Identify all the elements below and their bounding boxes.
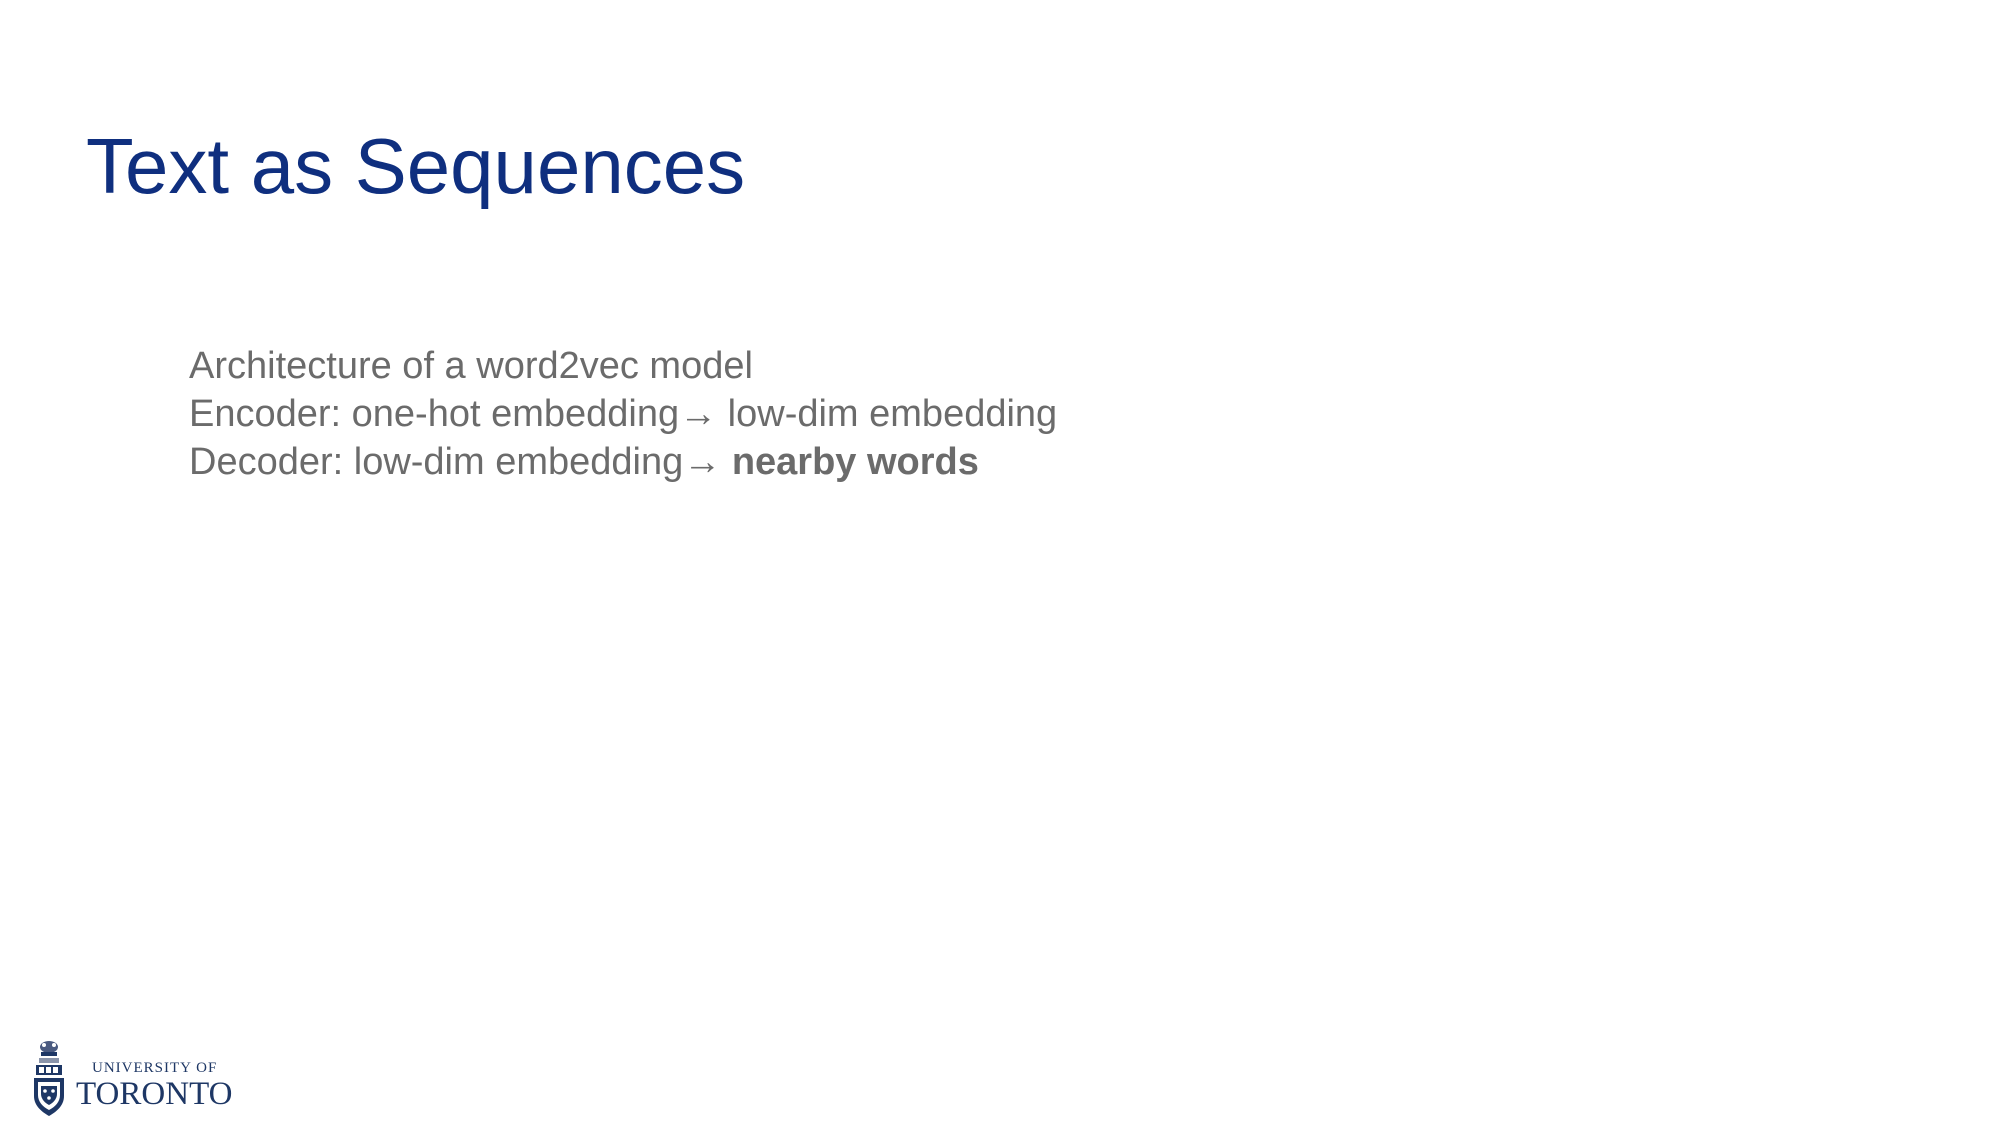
crest-icon: [34, 1041, 64, 1116]
logo-text-toronto: TORONTO: [76, 1076, 233, 1112]
university-of-toronto-logo: UNIVERSITY OF TORONTO: [30, 1038, 270, 1118]
logo-text-university-of: UNIVERSITY OF: [92, 1060, 218, 1076]
body-line-emphasis: nearby words: [731, 441, 979, 483]
body-line-text: Architecture of a word2vec model: [189, 345, 753, 387]
body-line-decoder: Decoder: low-dim embedding→ nearby words: [189, 438, 1057, 486]
body-line-architecture: Architecture of a word2vec model: [189, 342, 1057, 390]
slide-body: Architecture of a word2vec model Encoder…: [189, 342, 1057, 486]
slide: Text as Sequences Architecture of a word…: [0, 0, 2000, 1125]
body-line-text: Decoder: low-dim embedding→: [189, 441, 732, 483]
slide-title: Text as Sequences: [86, 122, 746, 210]
body-line-text: Encoder: one-hot embedding→ low-dim embe…: [189, 393, 1058, 435]
body-line-encoder: Encoder: one-hot embedding→ low-dim embe…: [189, 390, 1057, 438]
